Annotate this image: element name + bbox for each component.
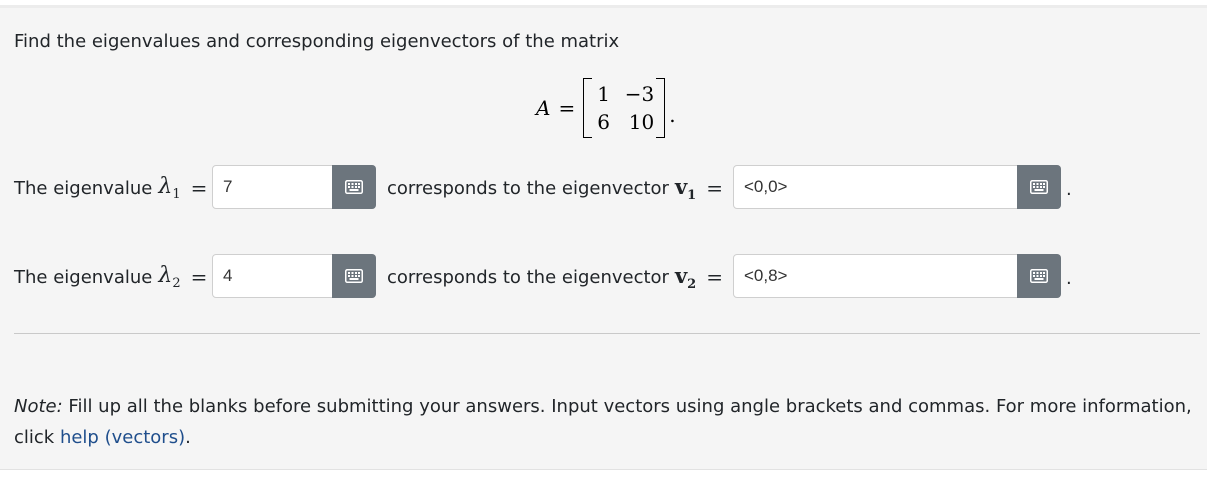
- lambda-symbol: λ1: [158, 174, 181, 202]
- eigenvector-1-input[interactable]: [744, 166, 1004, 208]
- eigenvector-2-keyboard-button[interactable]: [1017, 254, 1061, 298]
- matrix-equation: A = 1 −3 6 10 .: [536, 76, 676, 140]
- vector-symbol: v2: [674, 262, 697, 292]
- eigenvector-2-field: [733, 254, 1061, 298]
- eigenvalue-2-field: [212, 254, 376, 298]
- divider: [14, 333, 1200, 334]
- vector-symbol: v1: [674, 173, 697, 203]
- eigenvalue-1-field: [212, 165, 376, 209]
- eigenvalue-label-text: The eigenvalue: [14, 177, 153, 199]
- eigenvector-1-field: [733, 165, 1061, 209]
- keyboard-icon: [1030, 269, 1048, 283]
- equals-sign: =: [190, 265, 208, 289]
- equals-sign: =: [706, 176, 723, 200]
- question-text: Find the eigenvalues and corresponding e…: [14, 31, 620, 52]
- eigenvector-label-2: corresponds to the eigenvector v2 =: [387, 254, 723, 300]
- eigenvector-label-text: corresponds to the eigenvector: [387, 266, 669, 288]
- note-end: .: [185, 427, 191, 448]
- eigenvector-1-keyboard-button[interactable]: [1017, 165, 1061, 209]
- eigenvector-label-text: corresponds to the eigenvector: [387, 177, 669, 199]
- problem-panel: Find the eigenvalues and corresponding e…: [0, 8, 1207, 470]
- keyboard-icon: [345, 269, 363, 283]
- eigenvector-2-input[interactable]: [744, 255, 1004, 297]
- eigenvalue-2-input[interactable]: [223, 255, 323, 297]
- matrix-left-bracket: [583, 78, 593, 138]
- note-label: Note:: [14, 396, 63, 417]
- eigen-row-2: The eigenvalue λ2 = corresponds to the e…: [0, 254, 1207, 300]
- help-vectors-link[interactable]: help (vectors): [60, 427, 185, 448]
- eigen-row-1: The eigenvalue λ1 = corresponds to the e…: [0, 165, 1207, 211]
- matrix-cell-1-1: 1: [597, 82, 610, 106]
- eigenvalue-1-keyboard-button[interactable]: [332, 165, 376, 209]
- equals-sign: =: [190, 176, 208, 200]
- keyboard-icon: [1030, 180, 1048, 194]
- eigenvalue-1-input[interactable]: [223, 166, 323, 208]
- matrix-equals: =: [558, 96, 576, 120]
- eigenvalue-2-keyboard-button[interactable]: [332, 254, 376, 298]
- eigenvalue-label-1: The eigenvalue λ1 =: [14, 165, 207, 211]
- eigenvalue-label-text: The eigenvalue: [14, 266, 153, 288]
- matrix-period: .: [669, 103, 676, 127]
- eigenvector-label-1: corresponds to the eigenvector v1 =: [387, 165, 723, 211]
- lambda-symbol: λ2: [158, 263, 181, 291]
- note-text: Note: Fill up all the blanks before subm…: [14, 391, 1194, 453]
- matrix-cell-2-2: 10: [628, 110, 655, 134]
- keyboard-icon: [345, 180, 363, 194]
- matrix-right-bracket: [656, 78, 666, 138]
- row-period: .: [1066, 179, 1072, 200]
- matrix-cell-1-2: −3: [624, 82, 655, 106]
- matrix-grid: 1 −3 6 10: [594, 80, 654, 136]
- equals-sign: =: [706, 265, 723, 289]
- matrix-cell-2-1: 6: [597, 110, 610, 134]
- row-period: .: [1066, 268, 1072, 289]
- matrix-name: A: [536, 96, 551, 120]
- eigenvalue-label-2: The eigenvalue λ2 =: [14, 254, 207, 300]
